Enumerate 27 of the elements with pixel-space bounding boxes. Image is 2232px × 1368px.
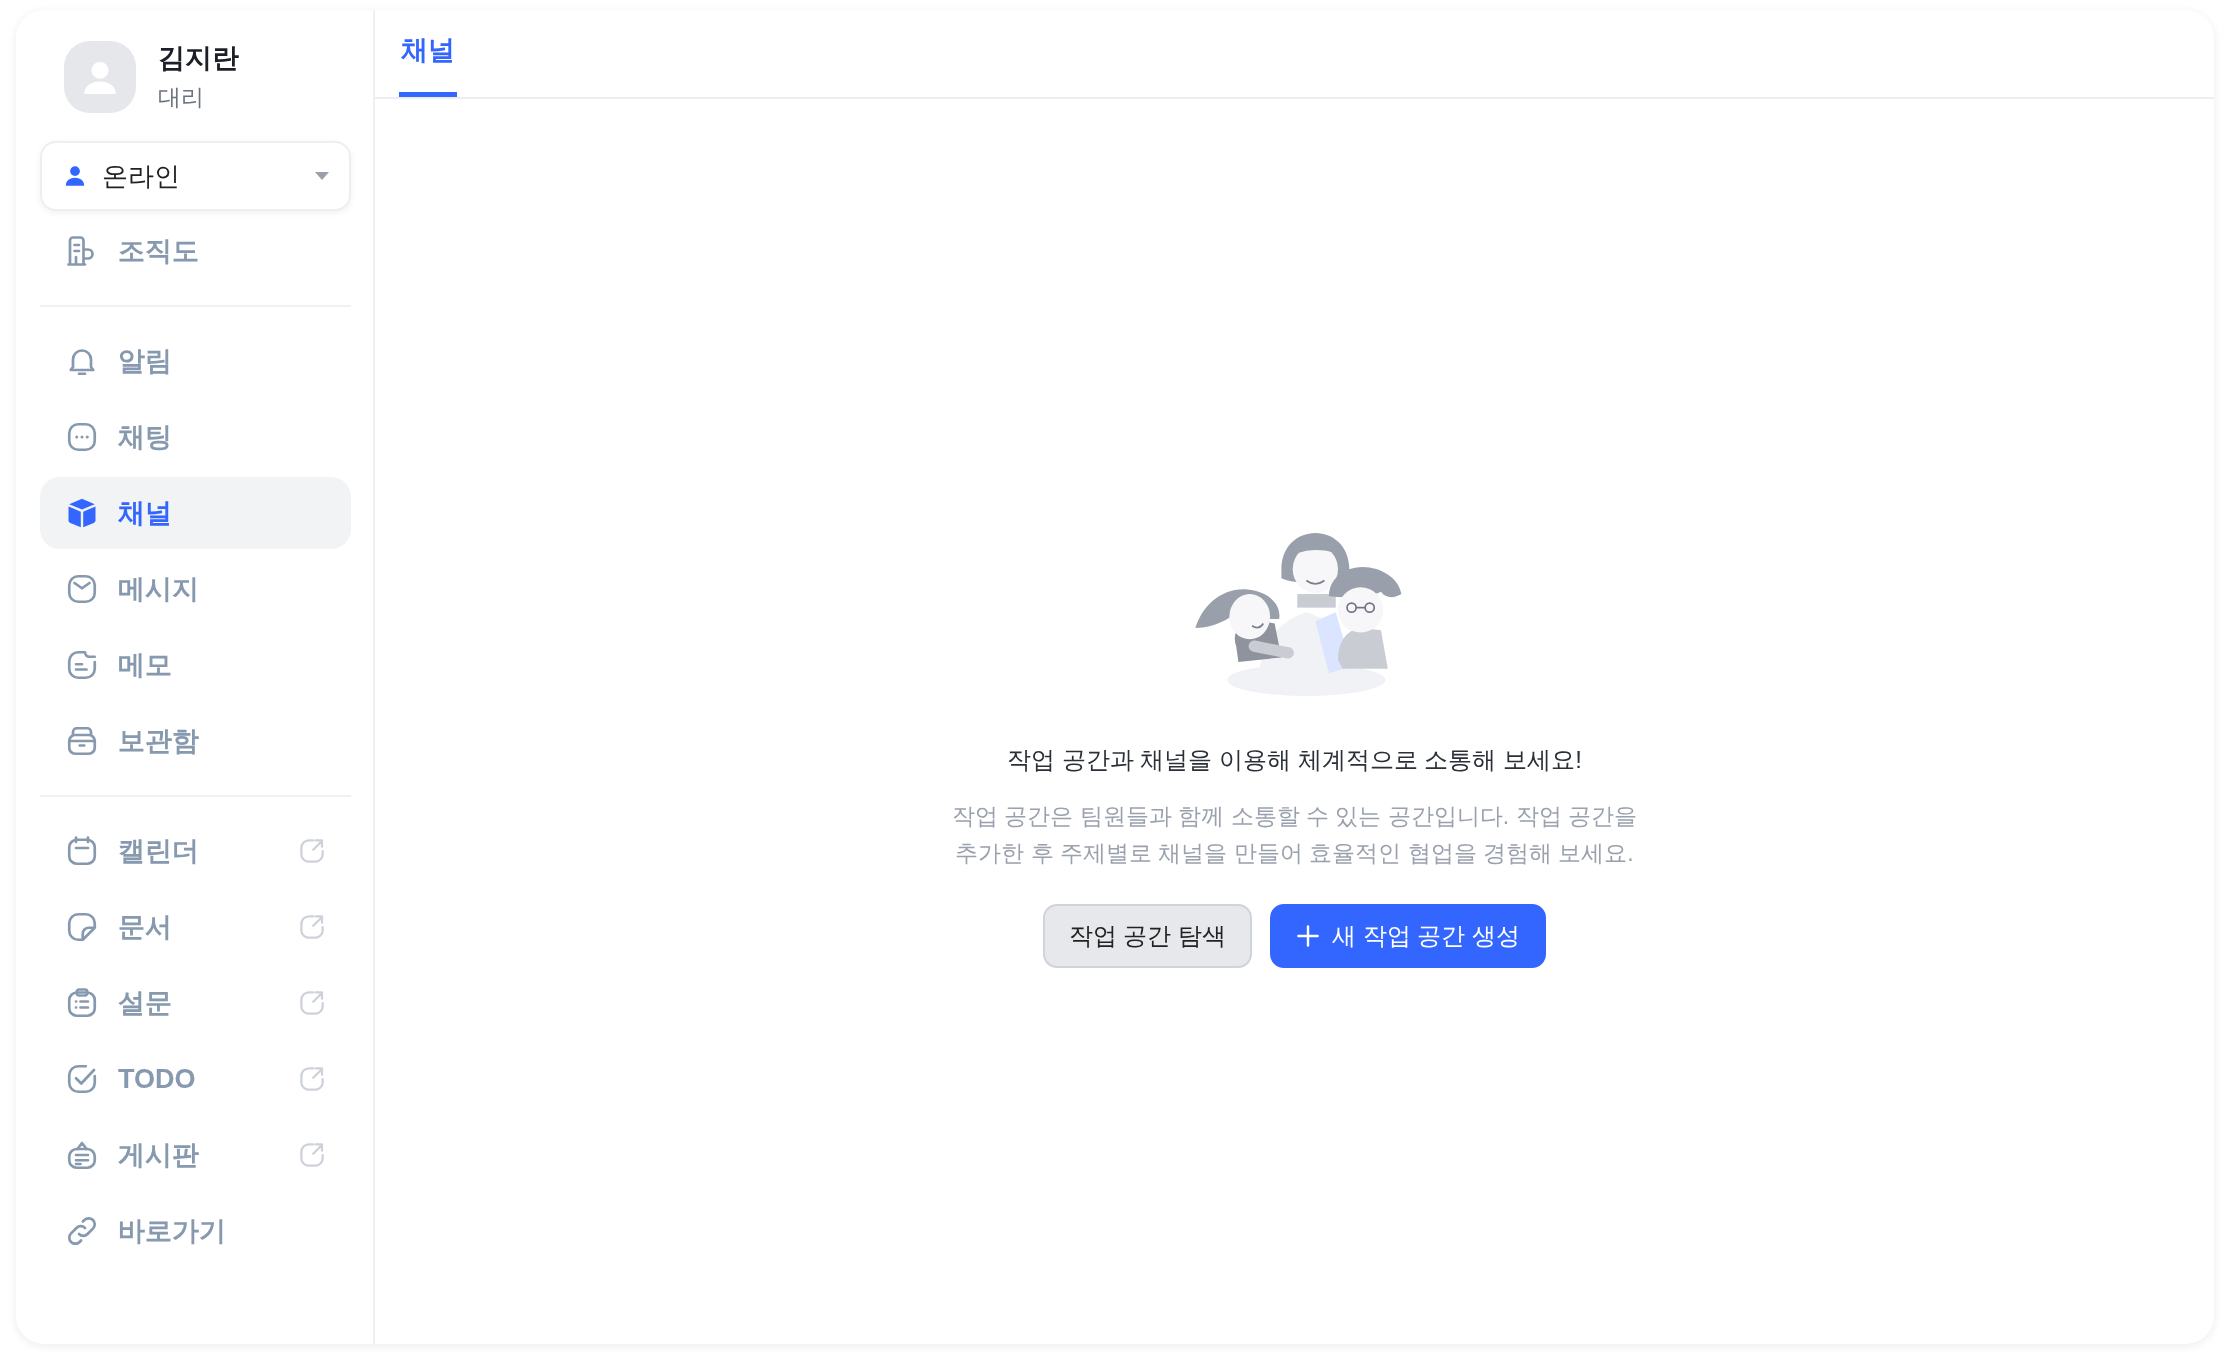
status-dropdown[interactable]: 온라인 <box>40 141 351 211</box>
sidebar-item[interactable]: 조직도 <box>40 215 351 287</box>
sidebar-item[interactable]: 설문 <box>40 967 351 1039</box>
tab[interactable]: 채널 <box>399 10 457 97</box>
external-link-icon[interactable] <box>297 1064 327 1094</box>
user-title: 대리 <box>158 83 205 112</box>
sidebar-item[interactable]: 보관함 <box>40 705 351 777</box>
create-workspace-button[interactable]: 새 작업 공간 생성 <box>1270 904 1547 968</box>
sidebar-item[interactable]: 바로가기 <box>40 1195 351 1267</box>
explore-workspace-button[interactable]: 작업 공간 탐색 <box>1042 904 1253 968</box>
plus-icon <box>1296 924 1321 948</box>
sidebar-item[interactable]: 메시지 <box>40 553 351 625</box>
external-link-icon[interactable] <box>297 988 327 1018</box>
sidebar-item[interactable]: TODO <box>40 1043 351 1115</box>
empty-heading: 작업 공간과 채널을 이용해 체계적으로 소통해 보세요! <box>1007 745 1582 775</box>
user-name: 김지란 <box>158 42 239 75</box>
sidebar-item[interactable]: 캘린더 <box>40 815 351 887</box>
sidebar-item[interactable]: 게시판 <box>40 1119 351 1191</box>
sidebar-item[interactable]: 문서 <box>40 891 351 963</box>
sidebar-item[interactable]: 채널 <box>40 477 351 549</box>
external-link-icon[interactable] <box>297 836 327 866</box>
sidebar-item[interactable]: 알림 <box>40 325 351 397</box>
external-link-icon[interactable] <box>297 912 327 942</box>
sidebar-item[interactable]: 메모 <box>40 629 351 701</box>
empty-description: 작업 공간은 팀원들과 함께 소통할 수 있는 공간입니다. 작업 공간을 추가한 후 주제별로 채널을 만들어 효율적인 협업을 경험해 보세요. <box>952 802 1637 868</box>
sidebar-item[interactable]: 채팅 <box>40 401 351 473</box>
external-link-icon[interactable] <box>297 1140 327 1170</box>
